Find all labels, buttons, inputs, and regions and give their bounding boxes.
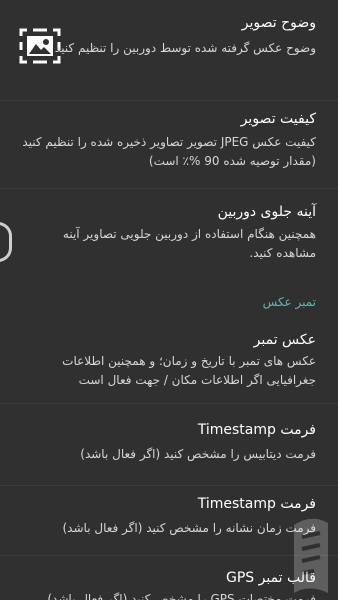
- pref-summary: عکس های تمبر با تاریخ و زمان؛ و همچنین ا…: [62, 354, 316, 387]
- pref-photo-resolution[interactable]: وضوح تصویر وضوح عکس گرفته شده توسط دوربی…: [0, 0, 338, 100]
- pref-summary: فرمت زمان نشانه را مشخص کنید (اگر فعال ب…: [62, 521, 317, 535]
- pref-title: عکس تمبر: [253, 332, 316, 348]
- pref-summary: فرمت مختصات GPS را مشخص کنید (اگر فعال ب…: [47, 592, 316, 600]
- pref-title: آینه جلوی دوربین: [217, 204, 316, 220]
- pref-summary: فرمت دیتابیس را مشخص کنید (اگر فعال باشد…: [80, 447, 316, 461]
- pref-title: وضوح تصویر: [241, 15, 316, 31]
- pref-stamp-photos[interactable]: عکس تمبر عکس های تمبر با تاریخ و زمان؛ و…: [0, 320, 338, 403]
- pref-summary: همچنین هنگام استفاده از دوربین جلویی تصا…: [62, 227, 316, 260]
- settings-list: وضوح تصویر وضوح عکس گرفته شده توسط دوربی…: [0, 0, 338, 600]
- pref-title: فرمت Timestamp: [197, 422, 316, 438]
- pref-title: کیفیت تصویر: [240, 111, 316, 127]
- section-header-photo-stamp: تمبر عکس: [262, 295, 316, 309]
- pref-front-camera-mirror[interactable]: آینه جلوی دوربین همچنین هنگام استفاده از…: [0, 189, 338, 280]
- pref-summary: کیفیت عکس JPEG تصویر تصاویر ذخیره شده را…: [22, 135, 316, 168]
- pref-title: فرمت Timestamp: [197, 496, 316, 512]
- pref-image-quality[interactable]: کیفیت تصویر کیفیت عکس JPEG تصویر تصاویر …: [0, 101, 338, 188]
- pref-datestamp-format[interactable]: فرمت Timestamp فرمت دیتابیس را مشخص کنید…: [0, 404, 338, 485]
- store-watermark-icon: [294, 518, 328, 593]
- pref-summary: وضوح عکس گرفته شده توسط دوربین را تنظیم …: [54, 41, 316, 55]
